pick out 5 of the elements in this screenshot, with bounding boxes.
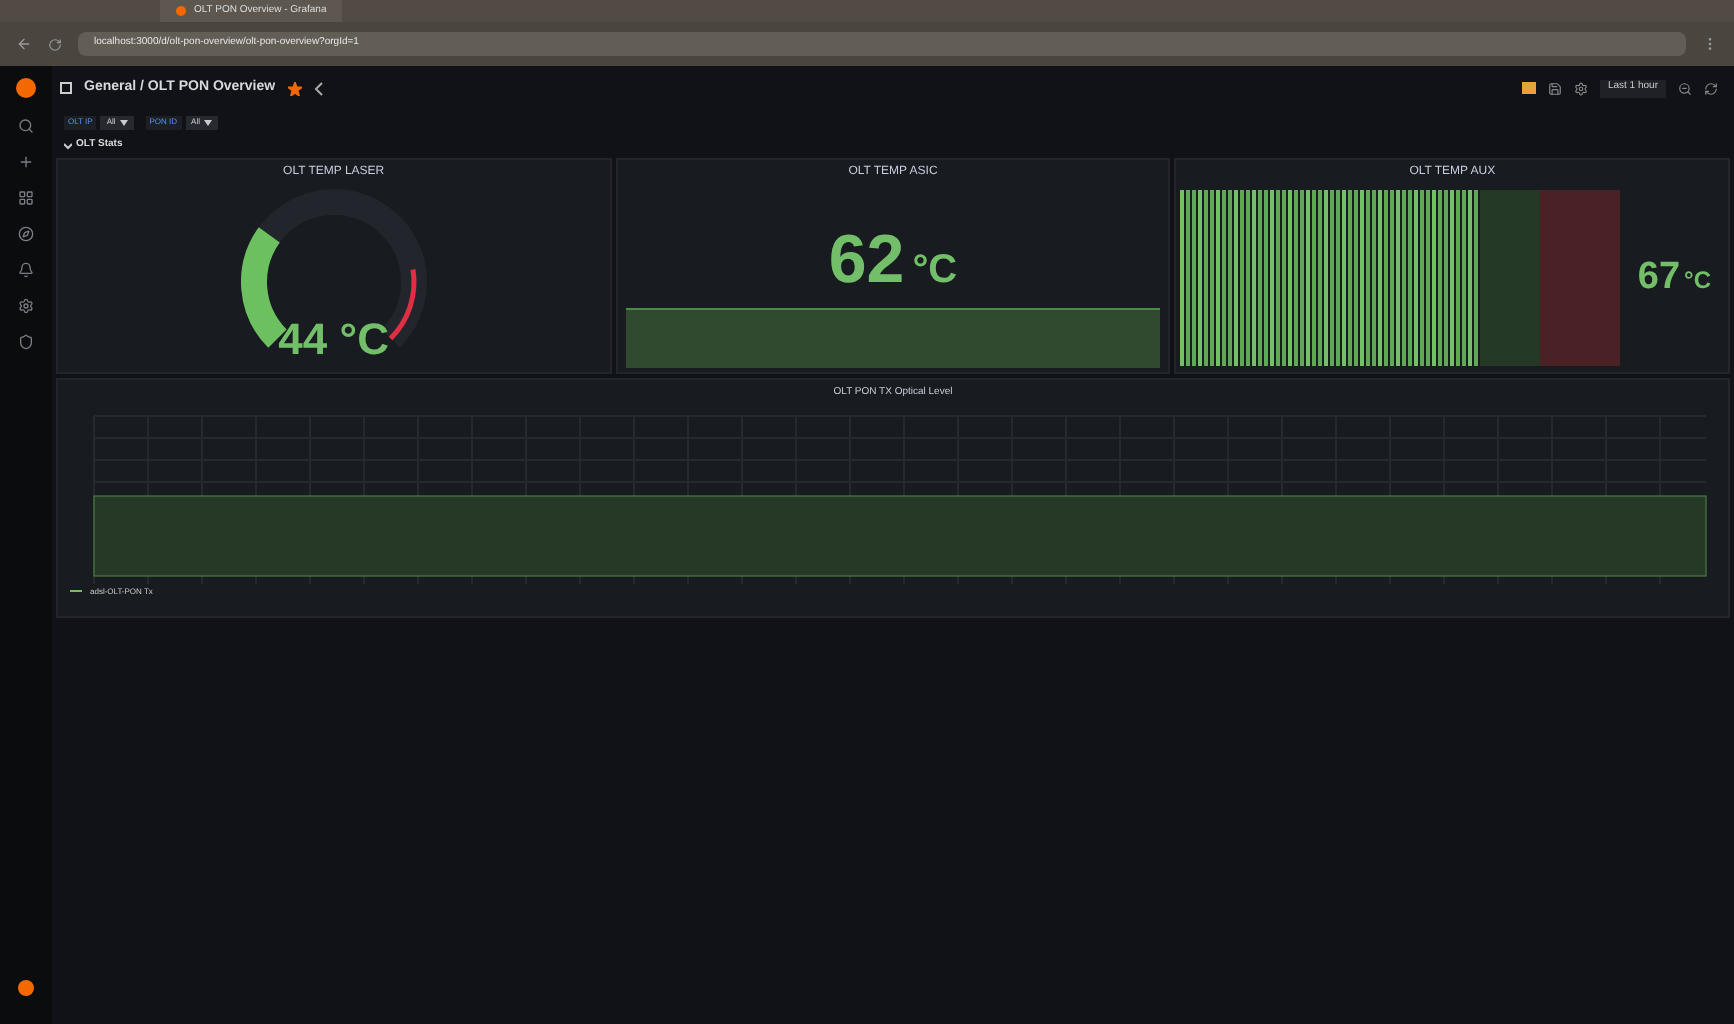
stat-unit: °C <box>912 246 958 296</box>
stat-value: 67 <box>1637 257 1681 295</box>
stat-unit: °C <box>1684 263 1711 297</box>
gauge-value: 44 °C <box>276 318 391 362</box>
stat-value: 62 <box>828 226 905 294</box>
